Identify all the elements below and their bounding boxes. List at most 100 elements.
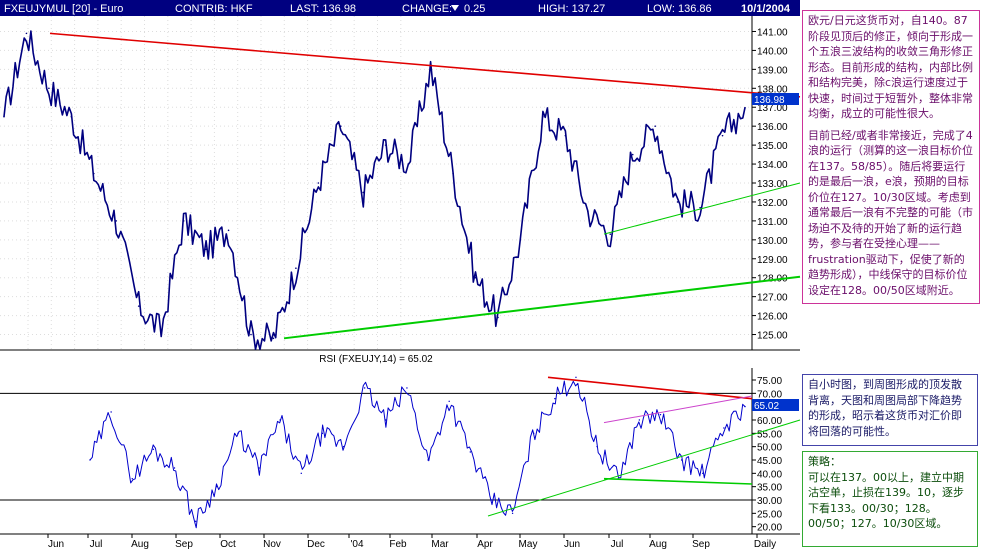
rsi-last-tag-text: 65.02 <box>754 401 779 412</box>
price-tick-label: 126.00 <box>757 312 788 323</box>
x-tick-label: Daily <box>754 539 776 550</box>
price-tick-label: 131.00 <box>757 217 788 228</box>
price-tick-label: 127.00 <box>757 293 788 304</box>
price-anchor-point <box>317 182 320 184</box>
rsi-anchor-point <box>638 419 641 421</box>
price-anchor-point <box>564 134 567 137</box>
rsi-tick-label: 60.00 <box>757 416 782 427</box>
rsi-anchor-point <box>596 445 598 448</box>
x-tick-label: Aug <box>131 539 149 550</box>
x-tick-label: Nov <box>263 539 281 550</box>
rsi-anchor-point <box>554 397 556 400</box>
x-tick-label: Feb <box>389 539 407 550</box>
price-tick-label: 130.00 <box>757 236 788 247</box>
price-tick-label: 129.00 <box>757 255 788 266</box>
price-tick-label: 140.00 <box>757 46 788 57</box>
x-tick-label: '04 <box>350 539 363 550</box>
x-tick-label: Jun <box>48 539 64 550</box>
rsi-anchor-point <box>89 459 91 461</box>
price-anchor-point <box>721 134 724 137</box>
price-anchor-point <box>362 191 365 194</box>
rsi-tick-label: 35.00 <box>757 483 782 494</box>
price-anchor-point <box>295 267 297 270</box>
wave-analysis-note: 欧元/日元这货币对，自140。87阶段见顶后的修正，倾向于形成一个五浪三波结构的… <box>802 10 980 304</box>
price-anchor-point <box>137 305 140 307</box>
x-tick-label: Sep <box>175 539 193 550</box>
rsi-title: RSI (FXEUJY,14) = 65.02 <box>319 354 433 365</box>
rsi-anchor-point <box>194 520 197 523</box>
price-anchor-point <box>654 125 656 127</box>
x-tick-label: Aug <box>649 539 667 550</box>
price-anchor-point <box>160 329 162 332</box>
price-tick-label: 135.00 <box>757 141 788 152</box>
rsi-tick-label: 50.00 <box>757 443 782 454</box>
rsi-tick-label: 55.00 <box>757 429 782 440</box>
rsi-anchor-point <box>216 485 218 488</box>
rsi-anchor-point <box>659 413 662 416</box>
price-tick-label: 125.00 <box>757 331 788 342</box>
strategy-note: 策略： 可以在137。00以上，建立中期沽空单，止损在139。10，逐步下看13… <box>802 451 978 547</box>
x-tick-label: May <box>519 539 538 550</box>
rsi-note-text: 自小时图，到周图形成的顶发散背离，天图和周图局部下降趋势的形成，昭示着这货币对汇… <box>808 378 962 438</box>
rsi-anchor-point <box>744 405 746 408</box>
rsi-anchor-point <box>258 467 260 469</box>
rsi-divergence-note: 自小时图，到周图形成的顶发散背离，天图和周图局部下降趋势的形成，昭示着这货币对汇… <box>802 374 978 446</box>
price-anchor-point <box>699 206 701 209</box>
rsi-anchor-point <box>152 448 155 451</box>
rsi-anchor-point <box>469 451 472 453</box>
price-anchor-point <box>497 316 499 319</box>
price-anchor-point <box>3 115 5 118</box>
rsi-anchor-point <box>321 432 324 435</box>
price-anchor-point <box>70 115 73 118</box>
rsi-anchor-point <box>448 400 450 403</box>
x-tick-label: Apr <box>477 539 493 550</box>
price-anchor-point <box>272 337 275 340</box>
rsi-anchor-point <box>723 427 725 429</box>
price-tick-label: 132.00 <box>757 198 788 209</box>
header-symbol: FXEUJYMUL [20] - Euro <box>4 3 123 15</box>
x-tick-label: Mar <box>431 539 449 550</box>
rsi-tick-label: 30.00 <box>757 496 782 507</box>
header-contrib: CONTRIB: HKF <box>175 3 253 15</box>
wave-note-para-2: 目前已经/或者非常接近，完成了4浪的运行（测算的这一浪目标价位在137。58/8… <box>808 128 973 297</box>
rsi-anchor-point <box>533 432 535 435</box>
rsi-anchor-point <box>702 472 704 475</box>
header-change-label: CHANGE: <box>402 3 452 15</box>
rsi-anchor-point <box>511 512 514 515</box>
price-anchor-point <box>429 66 432 69</box>
price-anchor-point <box>631 153 634 156</box>
price-anchor-point <box>676 201 679 203</box>
price-anchor-point <box>407 163 409 165</box>
price-anchor-point <box>744 106 746 109</box>
price-anchor-point <box>250 333 252 336</box>
price-anchor-point <box>542 115 544 118</box>
price-anchor-point <box>182 220 185 222</box>
rsi-tick-label: 70.00 <box>757 389 782 400</box>
x-tick-label: Dec <box>307 539 325 550</box>
rsi-anchor-point <box>575 376 577 379</box>
header-date: 10/1/2004 <box>741 3 791 15</box>
rsi-anchor-point <box>110 411 112 413</box>
price-anchor-point <box>227 229 230 232</box>
rsi-tick-label: 45.00 <box>757 456 782 467</box>
price-tick-label: 133.00 <box>757 179 788 190</box>
rsi-anchor-point <box>406 387 408 389</box>
price-anchor-point <box>452 172 454 175</box>
rsi-tick-label: 20.00 <box>757 523 782 534</box>
price-anchor-point <box>609 233 612 235</box>
rsi-anchor-point <box>490 499 493 501</box>
wave-note-para-1: 欧元/日元这货币对，自140。87阶段见顶后的修正，倾向于形成一个五浪三波结构的… <box>808 14 973 120</box>
price-anchor-point <box>384 144 387 146</box>
price-anchor-point <box>587 210 589 213</box>
price-anchor-point <box>205 248 207 251</box>
price-last-tag-text: 136.98 <box>754 95 785 106</box>
x-tick-label: Jun <box>564 539 580 550</box>
price-anchor-point <box>340 125 342 127</box>
header-last: LAST: 136.98 <box>290 3 356 15</box>
rsi-anchor-point <box>173 467 176 469</box>
rsi-tick-label: 25.00 <box>757 509 782 520</box>
price-tick-label: 141.00 <box>757 27 788 38</box>
x-tick-label: Oct <box>220 539 236 550</box>
price-tick-label: 134.00 <box>757 160 788 171</box>
rsi-anchor-point <box>300 472 302 475</box>
